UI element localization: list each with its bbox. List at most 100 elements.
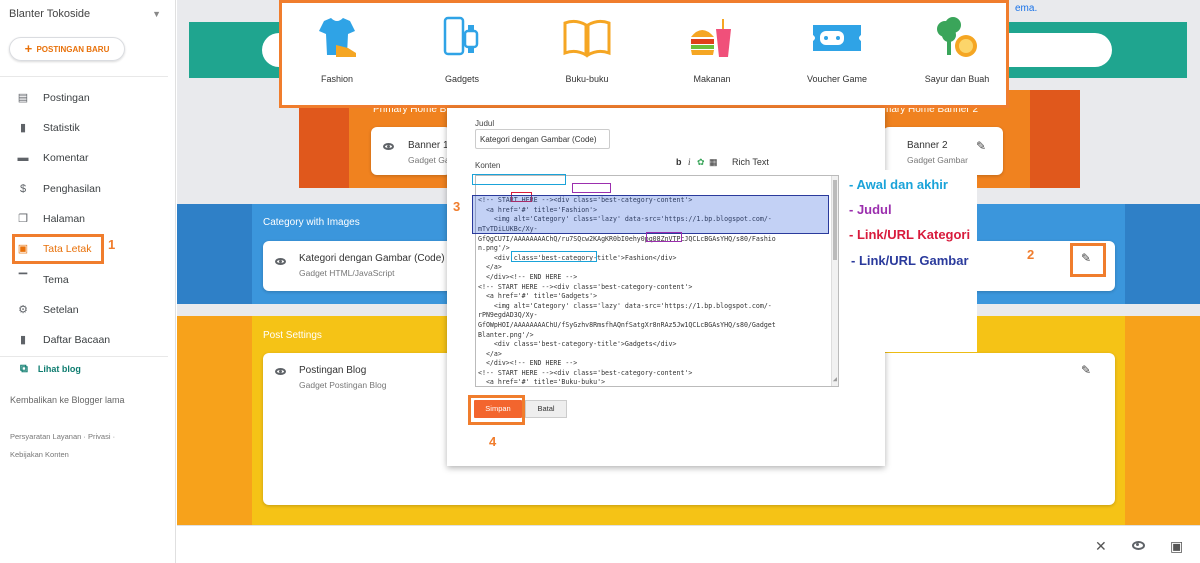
italic-button[interactable]: i bbox=[688, 157, 691, 167]
highlight-box-tata-letak bbox=[12, 234, 104, 264]
bold-button[interactable]: b bbox=[676, 157, 682, 167]
rich-text-toggle[interactable]: Rich Text bbox=[732, 157, 769, 167]
category-section-title: Category with Images bbox=[263, 217, 360, 228]
chevron-down-icon: ▼ bbox=[152, 9, 161, 19]
sidebar-item-postingan[interactable]: ▤ Postingan bbox=[16, 88, 90, 108]
editor-scrollbar[interactable] bbox=[831, 176, 838, 386]
fashion-icon bbox=[319, 18, 356, 57]
content-policy-link[interactable]: Kebijakan Konten bbox=[10, 450, 69, 459]
title-label: Judul bbox=[475, 119, 495, 128]
code-line: <img alt='Category' class='lazy' data-sr… bbox=[478, 301, 772, 310]
banner1-sub: Gadget Ga bbox=[408, 155, 450, 165]
sidebar-item-label: Halaman bbox=[43, 213, 86, 225]
divider bbox=[0, 76, 168, 77]
bottom-toolbar: ✕ ▣ bbox=[177, 525, 1200, 563]
eye-icon[interactable] bbox=[275, 368, 286, 375]
view-blog-label: Lihat blog bbox=[37, 364, 81, 374]
terms-link[interactable]: Persyaratan Layanan bbox=[10, 432, 81, 441]
sidebar-item-daftar-bacaan[interactable]: ▮ Daftar Bacaan bbox=[16, 330, 110, 350]
link-icon[interactable]: ✿ bbox=[697, 157, 705, 168]
sidebar-item-komentar[interactable]: ▬ Komentar bbox=[16, 148, 89, 168]
legend-title: - Judul bbox=[849, 202, 892, 217]
edit-pencil-icon[interactable]: ✎ bbox=[1081, 251, 1091, 265]
sidebar-item-setelan[interactable]: ⚙ Setelan bbox=[16, 300, 79, 320]
code-line: Blanter.png'/> bbox=[478, 330, 534, 339]
legend-start-end: - Awal dan akhir bbox=[849, 177, 948, 192]
save-icon[interactable]: ▣ bbox=[1170, 538, 1183, 555]
sidebar-item-label: Penghasilan bbox=[43, 183, 101, 195]
post-gadget-title: Postingan Blog bbox=[299, 365, 367, 376]
new-post-label: POSTINGAN BARU bbox=[36, 45, 110, 54]
divider bbox=[0, 356, 168, 357]
komentar-icon: ▬ bbox=[17, 152, 29, 164]
category-label: Gadgets bbox=[444, 74, 480, 84]
view-blog-link[interactable]: ⧉ Lihat blog bbox=[20, 363, 81, 376]
close-icon[interactable]: ✕ bbox=[1095, 538, 1107, 555]
sidebar-item-label: Setelan bbox=[43, 304, 79, 316]
resize-handle[interactable]: ◢ bbox=[833, 375, 837, 385]
setelan-icon: ⚙ bbox=[18, 304, 28, 316]
footer-links: Persyaratan Layanan · Privasi · Kebijaka… bbox=[10, 432, 116, 459]
banner2-title: Banner 2 bbox=[907, 140, 948, 151]
blog-name: Blanter Tokoside bbox=[9, 8, 91, 20]
daftar-bacaan-icon: ▮ bbox=[19, 334, 27, 346]
pencil-icon[interactable]: ✎ bbox=[976, 139, 986, 153]
sidebar-item-halaman[interactable]: ❐ Halaman bbox=[16, 209, 85, 229]
halaman-icon: ❐ bbox=[18, 213, 28, 225]
banner2-gadget[interactable]: Banner 2 Gadget Gambar ✎ bbox=[883, 127, 1003, 175]
category-makanan[interactable]: Makanan bbox=[657, 15, 767, 84]
sidebar-item-tema[interactable]: ▔ Tema bbox=[16, 270, 69, 290]
category-fashion[interactable]: Fashion bbox=[282, 15, 392, 84]
sidebar: Blanter Tokoside ▼ + POSTINGAN BARU ▤ Pos… bbox=[0, 0, 176, 563]
title-box-2 bbox=[646, 232, 682, 242]
voucher-game-icon bbox=[813, 25, 861, 51]
privacy-link[interactable]: Privasi bbox=[88, 432, 111, 441]
gadget-config-dialog: Judul Kategori dengan Gambar (Code) Kont… bbox=[447, 108, 885, 466]
buku-icon bbox=[563, 19, 611, 58]
code-line: <!-- START HERE --><div class='best-cate… bbox=[478, 368, 693, 377]
category-gadget-title: Kategori dengan Gambar (Code) bbox=[299, 253, 445, 264]
code-line: </a> bbox=[478, 349, 502, 358]
sidebar-item-label: Tema bbox=[43, 274, 69, 286]
top-link-fragment[interactable]: ema. bbox=[1015, 3, 1037, 14]
cancel-button[interactable]: Batal bbox=[525, 400, 567, 418]
gadgets-icon bbox=[443, 16, 479, 56]
banner1-title: Banner 1 bbox=[408, 140, 449, 151]
sidebar-item-statistik[interactable]: ▮ Statistik bbox=[16, 118, 80, 138]
category-gadgets[interactable]: Gadgets bbox=[407, 15, 517, 84]
step-number-2: 2 bbox=[1027, 247, 1035, 262]
code-line: </div><!-- END HERE --> bbox=[478, 272, 578, 281]
post-gadget-sub: Gadget Postingan Blog bbox=[299, 380, 387, 390]
banner2-sub: Gadget Gambar bbox=[907, 155, 968, 165]
code-line: <div class='best-category-title'>Gadgets… bbox=[478, 340, 677, 349]
category-sayur-buah[interactable]: Sayur dan Buah bbox=[902, 15, 1012, 84]
pencil-icon[interactable]: ✎ bbox=[1081, 363, 1091, 377]
image-url-box bbox=[472, 195, 829, 234]
new-post-button[interactable]: + POSTINGAN BARU bbox=[9, 37, 125, 61]
image-icon[interactable]: ▦ bbox=[709, 157, 718, 168]
category-label: Buku-buku bbox=[565, 74, 609, 84]
highlight-box-save bbox=[468, 395, 525, 425]
makanan-icon bbox=[691, 19, 731, 57]
eye-icon[interactable] bbox=[383, 143, 394, 150]
sidebar-item-label: Postingan bbox=[43, 92, 90, 104]
legend-category-url: - Link/URL Kategori bbox=[849, 227, 971, 242]
sidebar-item-penghasilan[interactable]: $ Penghasilan bbox=[16, 179, 101, 199]
code-line: </div><!-- END HERE --> bbox=[478, 359, 578, 368]
category-label: Sayur dan Buah bbox=[924, 74, 990, 84]
preview-eye-icon[interactable] bbox=[1132, 541, 1145, 550]
blog-selector[interactable]: Blanter Tokoside ▼ bbox=[9, 8, 161, 22]
category-voucher-game[interactable]: Voucher Game bbox=[782, 15, 892, 84]
category-buku[interactable]: Buku-buku bbox=[532, 15, 642, 84]
title-input[interactable]: Kategori dengan Gambar (Code) bbox=[475, 129, 610, 149]
eye-icon[interactable] bbox=[275, 258, 286, 265]
category-label: Fashion bbox=[320, 74, 354, 84]
post-section-title: Post Settings bbox=[263, 330, 322, 341]
title-box bbox=[572, 183, 611, 193]
back-to-old-blogger-link[interactable]: Kembalikan ke Blogger lama bbox=[10, 395, 125, 405]
category-label: Makanan bbox=[693, 74, 731, 84]
banner1-gadget[interactable]: Banner 1 Gadget Ga bbox=[371, 127, 451, 175]
legend-image-url: - Link/URL Gambar bbox=[851, 253, 969, 268]
step-number-4: 4 bbox=[489, 434, 497, 449]
external-link-icon: ⧉ bbox=[20, 363, 28, 375]
